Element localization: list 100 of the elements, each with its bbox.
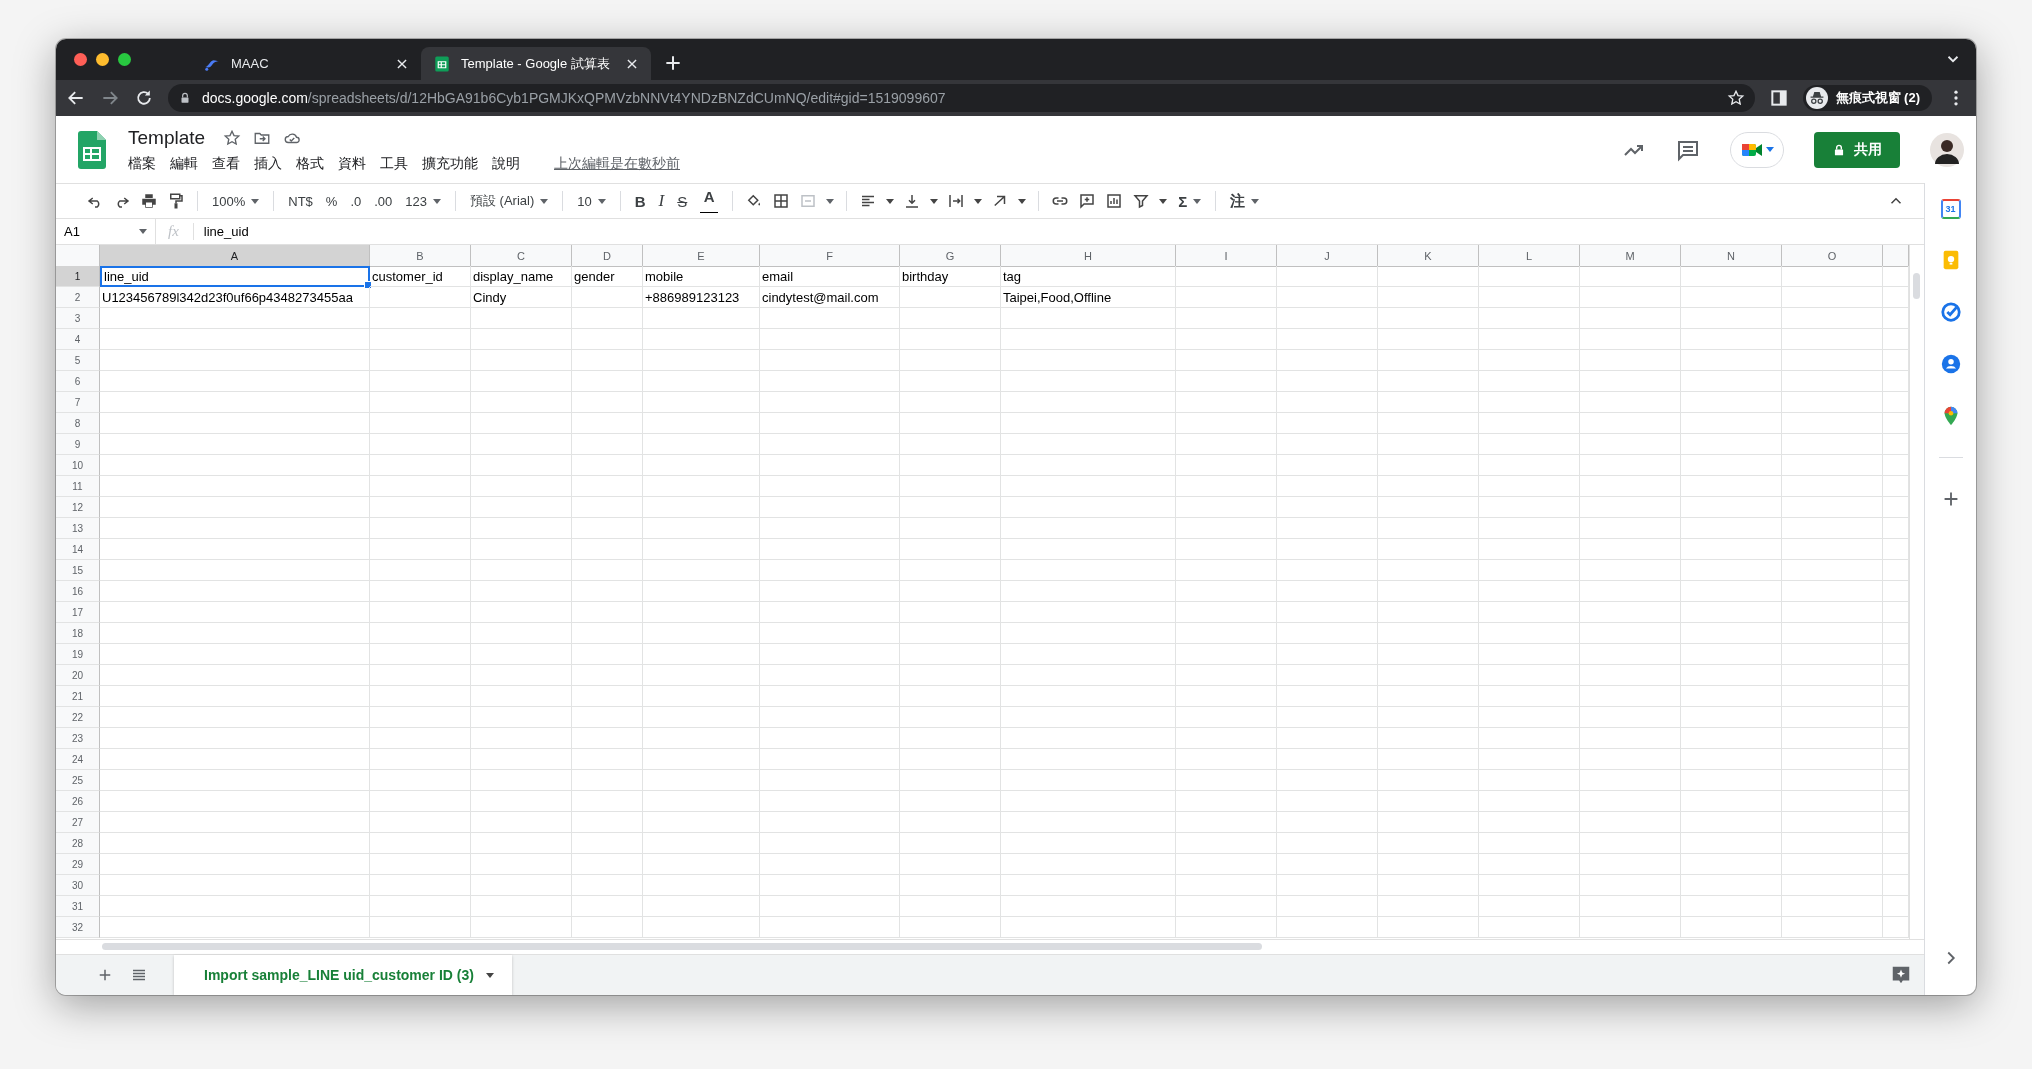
check-circle-icon[interactable]	[1939, 301, 1962, 323]
row-header[interactable]: 30	[56, 875, 100, 896]
avatar[interactable]	[1930, 132, 1964, 167]
fill-handle[interactable]	[364, 281, 372, 289]
table-cell[interactable]: Taipei,Food,Offline	[1001, 287, 1176, 308]
star-icon[interactable]	[1726, 89, 1745, 107]
minimize-window-button[interactable]	[96, 53, 109, 66]
name-box[interactable]: A1	[56, 219, 156, 244]
table-cell[interactable]: line_uid	[100, 266, 370, 287]
browser-tab[interactable]: MAAC	[191, 47, 421, 80]
row-header[interactable]: 20	[56, 665, 100, 686]
close-window-button[interactable]	[74, 53, 87, 66]
row-header[interactable]: 19	[56, 644, 100, 665]
row-header[interactable]: 11	[56, 476, 100, 497]
column-header[interactable]: H	[1001, 245, 1176, 267]
column-header[interactable]: O	[1782, 245, 1883, 267]
table-cell[interactable]: tag	[1001, 266, 1176, 287]
column-header[interactable]: B	[370, 245, 471, 267]
chart-icon[interactable]	[1105, 192, 1124, 210]
column-header[interactable]	[1883, 245, 1909, 267]
row-header[interactable]: 9	[56, 434, 100, 455]
row-header[interactable]: 22	[56, 707, 100, 728]
column-header[interactable]: E	[643, 245, 760, 267]
calendar-icon[interactable]: 31	[1940, 199, 1961, 219]
bold-button[interactable]: B	[632, 189, 648, 213]
row-header[interactable]: 32	[56, 917, 100, 938]
row-header[interactable]: 24	[56, 749, 100, 770]
merge-cells-icon[interactable]	[799, 192, 818, 210]
row-header[interactable]: 6	[56, 371, 100, 392]
reload-icon[interactable]	[134, 88, 154, 108]
row-header[interactable]: 14	[56, 539, 100, 560]
paint-format-icon[interactable]	[167, 192, 185, 210]
row-header[interactable]: 27	[56, 812, 100, 833]
star-icon[interactable]	[223, 128, 242, 147]
italic-button[interactable]: I	[656, 189, 667, 213]
formula-input[interactable]: line_uid	[193, 224, 249, 239]
menu-item[interactable]: 查看	[212, 154, 240, 173]
close-icon[interactable]	[625, 56, 639, 71]
column-header[interactable]: A	[100, 245, 370, 267]
sheets-logo-icon[interactable]	[78, 130, 106, 169]
person-icon[interactable]	[1939, 353, 1962, 375]
row-header[interactable]: 10	[56, 455, 100, 476]
menu-item[interactable]: 工具	[380, 154, 408, 173]
zoom-dropdown[interactable]: 100%	[210, 189, 262, 213]
scrollbar-thumb[interactable]	[102, 943, 1262, 950]
print-icon[interactable]	[140, 192, 158, 210]
column-header[interactable]: K	[1378, 245, 1479, 267]
address-bar[interactable]: docs.google.com/spreadsheets/d/12HbGA91b6Cyb1PGMJKxQPMVzbNNVt4YNDzBNZdCUmNQ/edit#gid=1519099607	[168, 84, 1755, 112]
row-header[interactable]: 26	[56, 791, 100, 812]
strikethrough-button[interactable]: S	[675, 189, 690, 213]
column-header[interactable]: I	[1176, 245, 1277, 267]
menu-item[interactable]: 資料	[338, 154, 366, 173]
table-cell[interactable]: Cindy	[471, 287, 572, 308]
column-header[interactable]: F	[760, 245, 900, 267]
row-header[interactable]: 29	[56, 854, 100, 875]
table-cell[interactable]: gender	[572, 266, 643, 287]
document-title[interactable]: Template	[128, 126, 206, 149]
text-color-button[interactable]: A	[698, 189, 721, 213]
row-header[interactable]: 15	[56, 560, 100, 581]
functions-dropdown[interactable]: Σ	[1176, 189, 1204, 213]
close-icon[interactable]	[395, 56, 409, 71]
last-edit-link[interactable]: 上次編輯是在數秒前	[554, 154, 680, 173]
table-cell[interactable]: +886989123123	[643, 287, 760, 308]
input-tools-dropdown[interactable]: 注	[1228, 189, 1262, 213]
menu-item[interactable]: 編輯	[170, 154, 198, 173]
profile-button[interactable]: 無痕式視窗 (2)	[1802, 85, 1932, 111]
menu-item[interactable]: 插入	[254, 154, 282, 173]
row-header[interactable]: 8	[56, 413, 100, 434]
row-header[interactable]: 2	[56, 287, 100, 308]
row-header[interactable]: 18	[56, 623, 100, 644]
table-cell[interactable]: mobile	[643, 266, 760, 287]
sheet-tab[interactable]: Import sample_LINE uid_customer ID (3)	[174, 955, 512, 995]
menu-item[interactable]: 格式	[296, 154, 324, 173]
borders-icon[interactable]	[772, 192, 791, 210]
row-header[interactable]: 16	[56, 581, 100, 602]
browser-tab[interactable]: Template - Google 試算表	[421, 47, 651, 80]
table-cell[interactable]: birthday	[900, 266, 1001, 287]
row-header[interactable]: 28	[56, 833, 100, 854]
row-header[interactable]: 23	[56, 728, 100, 749]
share-button[interactable]: 共用	[1814, 131, 1900, 168]
percent-button[interactable]: %	[323, 189, 340, 213]
table-cell[interactable]: customer_id	[370, 266, 471, 287]
new-tab-icon[interactable]	[663, 53, 683, 73]
table-cell[interactable]: display_name	[471, 266, 572, 287]
zoom-window-button[interactable]	[118, 53, 131, 66]
column-header[interactable]: C	[471, 245, 572, 267]
add-comment-icon[interactable]	[1078, 192, 1097, 210]
menu-item[interactable]: 檔案	[128, 154, 156, 173]
row-header[interactable]: 4	[56, 329, 100, 350]
row-header[interactable]: 21	[56, 686, 100, 707]
table-cell[interactable]: cindytest@mail.com	[760, 287, 900, 308]
row-header[interactable]: 13	[56, 518, 100, 539]
column-header[interactable]: D	[572, 245, 643, 267]
number-format-dropdown[interactable]: 123	[403, 189, 443, 213]
row-header[interactable]: 25	[56, 770, 100, 791]
font-size-dropdown[interactable]: 10	[575, 189, 608, 213]
menu-item[interactable]: 擴充功能	[422, 154, 478, 173]
side-panel-icon[interactable]	[1768, 88, 1789, 108]
explore-icon[interactable]	[1890, 964, 1912, 986]
row-header[interactable]: 1	[56, 266, 100, 287]
